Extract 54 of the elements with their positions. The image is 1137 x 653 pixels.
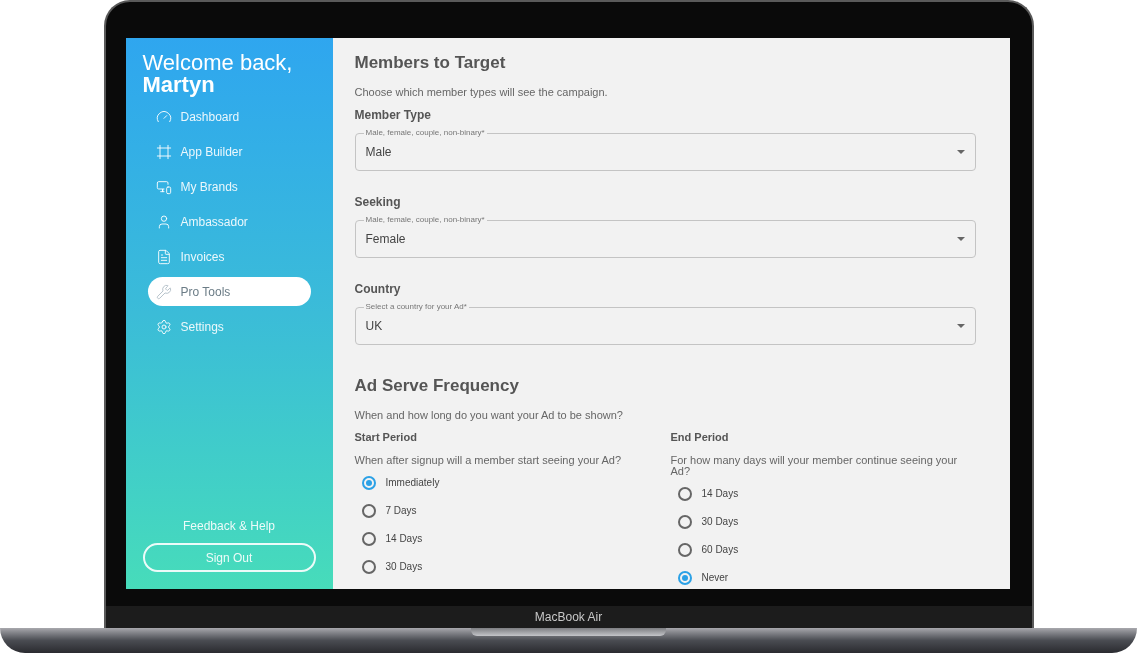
group-description: For how many days will your member continue seeing your Ad? — [670, 454, 959, 477]
nav-item[interactable]: My Brands — [147, 172, 311, 201]
dropdown-caret-icon — [956, 324, 965, 328]
frame-icon — [155, 143, 172, 160]
select-value: Female — [365, 231, 407, 248]
monitor-phone-icon — [155, 178, 172, 195]
field-label: Country — [354, 281, 402, 298]
floating-label: Male, female, couple, non-binary* — [363, 214, 487, 226]
group-label: Start Period — [354, 430, 418, 445]
radio-button[interactable] — [677, 542, 692, 557]
radio-label: 30 Days — [701, 515, 739, 529]
device-label: MacBook Air — [534, 609, 603, 626]
section-subtitle: Choose which member types will see the campaign. — [354, 84, 609, 100]
radio-button[interactable] — [361, 475, 376, 490]
settings-icon — [155, 318, 172, 335]
radio-label: 7 Days — [385, 504, 417, 518]
wrench-icon — [155, 283, 172, 300]
radio-button[interactable] — [361, 531, 376, 546]
section-title: Members to Target — [354, 52, 507, 74]
user-name: Martyn — [142, 74, 216, 96]
radio-button[interactable] — [677, 514, 692, 529]
section-title: Ad Serve Frequency — [354, 375, 520, 397]
nav-item[interactable]: Ambassador — [147, 207, 311, 236]
gauge-icon — [155, 108, 172, 125]
section-subtitle: When and how long do you want your Ad to be shown? — [354, 407, 624, 423]
group-label: End Period — [670, 430, 730, 445]
nav-item[interactable]: Invoices — [147, 242, 311, 271]
radio-button[interactable] — [361, 559, 376, 574]
nav-item[interactable]: App Builder — [147, 137, 311, 166]
nav-item[interactable]: Pro Tools — [147, 277, 311, 306]
greeting: Welcome back, — [142, 52, 294, 74]
radio-button[interactable] — [361, 503, 376, 518]
field-label: Seeking — [354, 194, 402, 211]
radio-label: 14 Days — [701, 487, 739, 501]
group-description: When after signup will a member start seeing your Ad? — [354, 454, 623, 466]
floating-label: Select a country for your Ad* — [363, 301, 469, 313]
radio-label: 14 Days — [385, 532, 423, 546]
floating-label: Male, female, couple, non-binary* — [363, 127, 487, 139]
radio-label: 30 Days — [385, 560, 423, 574]
nav-item[interactable]: Dashboard — [147, 102, 311, 131]
field-label: Member Type — [354, 107, 432, 124]
feedback-link[interactable]: Feedback & Help — [182, 517, 276, 535]
radio-label: 60 Days — [701, 543, 739, 557]
radio-label: Never — [701, 571, 729, 585]
select-value: UK — [365, 318, 384, 335]
dropdown-caret-icon — [956, 237, 965, 241]
dropdown-caret-icon — [956, 150, 965, 154]
radio-label: Immediately — [385, 476, 440, 490]
radio-button[interactable] — [677, 570, 692, 585]
select-value: Male — [365, 144, 393, 161]
document-icon — [155, 248, 172, 265]
nav-item[interactable]: Settings — [147, 312, 311, 341]
sign-out-button[interactable]: Sign Out — [142, 543, 316, 572]
radio-button[interactable] — [677, 486, 692, 501]
